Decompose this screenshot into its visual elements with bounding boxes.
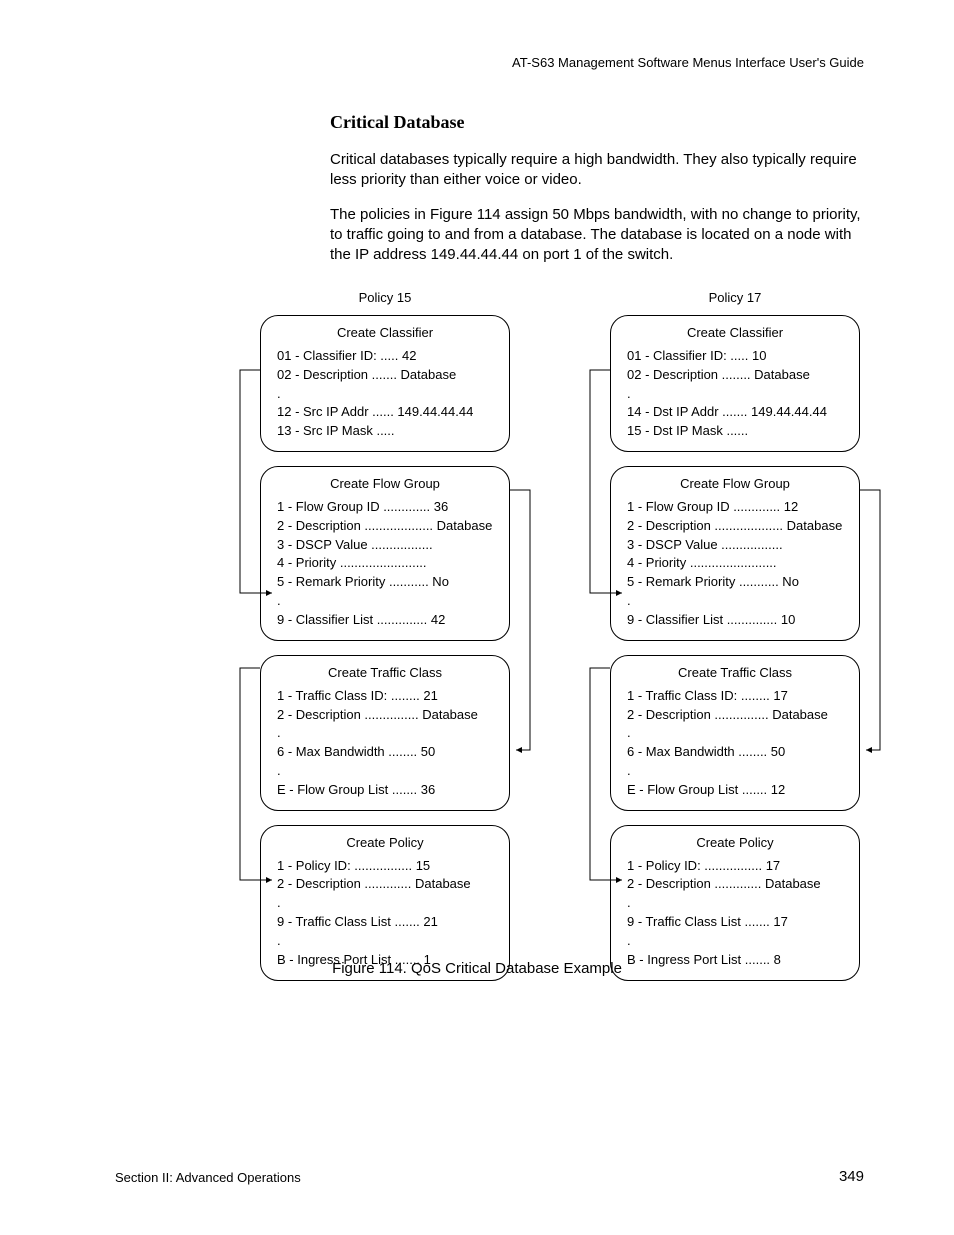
- line: .: [627, 724, 843, 743]
- box-title: Create Flow Group: [277, 475, 493, 494]
- line: .: [627, 385, 843, 404]
- section-title: Critical Database: [330, 112, 464, 133]
- line: 4 - Priority ........................: [627, 554, 843, 573]
- line: 9 - Classifier List .............. 10: [627, 611, 843, 630]
- line: .: [277, 762, 493, 781]
- line: 1 - Policy ID: ................ 17: [627, 857, 843, 876]
- line: .: [277, 592, 493, 611]
- line: 1 - Policy ID: ................ 15: [277, 857, 493, 876]
- line: E - Flow Group List ....... 36: [277, 781, 493, 800]
- line: 01 - Classifier ID: ..... 42: [277, 347, 493, 366]
- intro-paragraph-1: Critical databases typically require a h…: [330, 150, 864, 191]
- footer-section-label: Section II: Advanced Operations: [115, 1170, 301, 1185]
- box-title: Create Policy: [277, 834, 493, 853]
- line: 1 - Traffic Class ID: ........ 17: [627, 687, 843, 706]
- line: 02 - Description ....... Database: [277, 366, 493, 385]
- policy-box-right: Create Policy 1 - Policy ID: ...........…: [610, 825, 860, 981]
- line: 1 - Flow Group ID ............. 36: [277, 498, 493, 517]
- traffic-box-left: Create Traffic Class 1 - Traffic Class I…: [260, 655, 510, 811]
- flowgroup-box-right: Create Flow Group 1 - Flow Group ID ....…: [610, 466, 860, 641]
- line: .: [277, 724, 493, 743]
- line: 3 - DSCP Value .................: [627, 536, 843, 555]
- line: .: [627, 592, 843, 611]
- line: 3 - DSCP Value .................: [277, 536, 493, 555]
- line: .: [277, 932, 493, 951]
- line: 5 - Remark Priority ........... No: [277, 573, 493, 592]
- line: .: [627, 932, 843, 951]
- policy-15-column: Policy 15 Create Classifier 01 - Classif…: [260, 290, 510, 995]
- line: E - Flow Group List ....... 12: [627, 781, 843, 800]
- policy-box-left: Create Policy 1 - Policy ID: ...........…: [260, 825, 510, 981]
- line: .: [627, 762, 843, 781]
- line: 12 - Src IP Addr ...... 149.44.44.44: [277, 403, 493, 422]
- line: 6 - Max Bandwidth ........ 50: [277, 743, 493, 762]
- traffic-box-right: Create Traffic Class 1 - Traffic Class I…: [610, 655, 860, 811]
- box-title: Create Policy: [627, 834, 843, 853]
- line: 9 - Traffic Class List ....... 21: [277, 913, 493, 932]
- line: 2 - Description ............... Database: [627, 706, 843, 725]
- line: 15 - Dst IP Mask ......: [627, 422, 843, 441]
- box-title: Create Traffic Class: [277, 664, 493, 683]
- policy-15-label: Policy 15: [260, 290, 510, 305]
- line: 2 - Description ............... Database: [277, 706, 493, 725]
- line: 14 - Dst IP Addr ....... 149.44.44.44: [627, 403, 843, 422]
- line: 5 - Remark Priority ........... No: [627, 573, 843, 592]
- line: 01 - Classifier ID: ..... 10: [627, 347, 843, 366]
- line: 2 - Description ............. Database: [627, 875, 843, 894]
- line: 02 - Description ........ Database: [627, 366, 843, 385]
- line: 6 - Max Bandwidth ........ 50: [627, 743, 843, 762]
- line: 9 - Traffic Class List ....... 17: [627, 913, 843, 932]
- box-title: Create Flow Group: [627, 475, 843, 494]
- line: .: [627, 894, 843, 913]
- line: 1 - Flow Group ID ............. 12: [627, 498, 843, 517]
- page-header: AT-S63 Management Software Menus Interfa…: [512, 55, 864, 70]
- policy-17-column: Policy 17 Create Classifier 01 - Classif…: [610, 290, 860, 995]
- line: 1 - Traffic Class ID: ........ 21: [277, 687, 493, 706]
- line: 2 - Description ................... Data…: [627, 517, 843, 536]
- page-number: 349: [839, 1168, 864, 1185]
- line: .: [277, 385, 493, 404]
- line: 4 - Priority ........................: [277, 554, 493, 573]
- flowgroup-box-left: Create Flow Group 1 - Flow Group ID ....…: [260, 466, 510, 641]
- box-title: Create Classifier: [277, 324, 493, 343]
- line: 9 - Classifier List .............. 42: [277, 611, 493, 630]
- box-title: Create Traffic Class: [627, 664, 843, 683]
- line: 2 - Description ............. Database: [277, 875, 493, 894]
- classifier-box-left: Create Classifier 01 - Classifier ID: ..…: [260, 315, 510, 452]
- line: .: [277, 894, 493, 913]
- policy-17-label: Policy 17: [610, 290, 860, 305]
- box-title: Create Classifier: [627, 324, 843, 343]
- intro-text: Critical databases typically require a h…: [330, 150, 864, 279]
- intro-paragraph-2: The policies in Figure 114 assign 50 Mbp…: [330, 205, 864, 266]
- line: 13 - Src IP Mask .....: [277, 422, 493, 441]
- line: 2 - Description ................... Data…: [277, 517, 493, 536]
- figure-caption: Figure 114. QoS Critical Database Exampl…: [0, 960, 954, 977]
- classifier-box-right: Create Classifier 01 - Classifier ID: ..…: [610, 315, 860, 452]
